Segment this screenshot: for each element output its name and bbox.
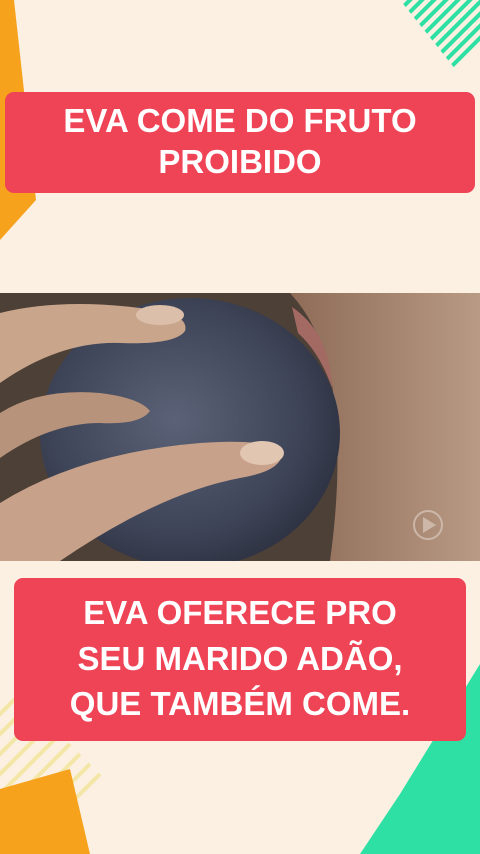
- top-caption-line-1: EVA COME DO FRUTO: [63, 102, 417, 139]
- orange-bottom-block: [0, 769, 90, 854]
- video-still-image: [0, 293, 480, 561]
- bottom-caption: EVA OFERECE PRO SEU MARIDO ADÃO, QUE TAM…: [14, 578, 466, 741]
- top-caption: EVA COME DO FRUTO PROIBIDO: [5, 92, 475, 193]
- bottom-caption-line-2: SEU MARIDO ADÃO,: [77, 639, 403, 677]
- bottom-caption-line-1: EVA OFERECE PRO: [83, 594, 397, 631]
- top-caption-line-2: PROIBIDO: [158, 143, 322, 181]
- bottom-caption-line-3: QUE TAMBÉM COME.: [69, 685, 411, 723]
- video-frame[interactable]: [0, 293, 480, 561]
